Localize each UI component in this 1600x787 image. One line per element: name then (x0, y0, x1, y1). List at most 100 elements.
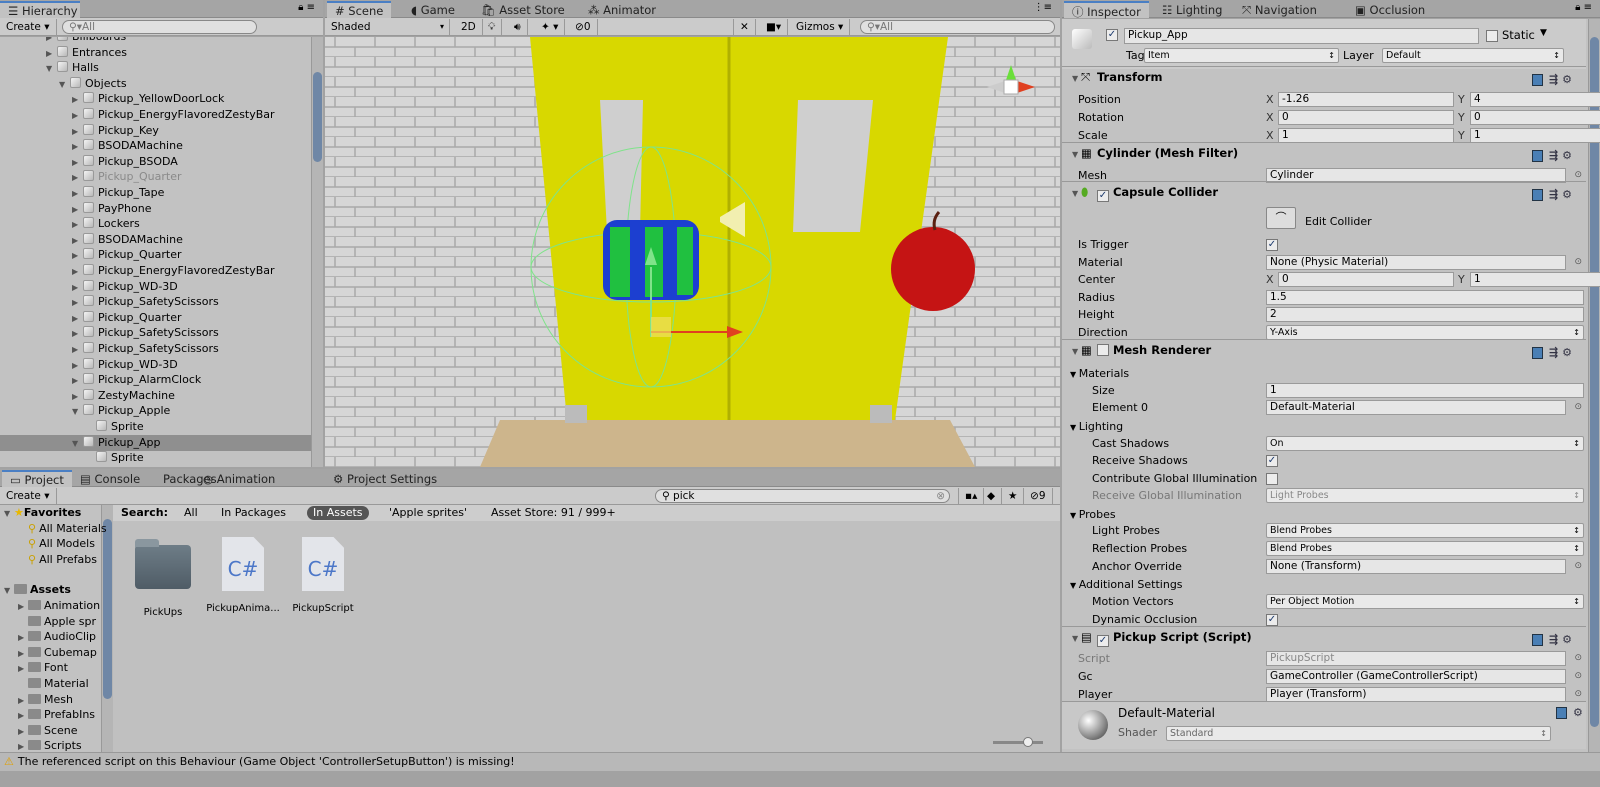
hierarchy-item[interactable]: ▶ ZestyMachine (0, 388, 311, 404)
hierarchy-item[interactable]: ▶ Pickup_Quarter (0, 247, 311, 263)
tab-inspector[interactable]: ⓘ Inspector (1064, 1, 1149, 19)
hierarchy-item[interactable]: ▶ Pickup_EnergyFlavoredZestyBar (0, 263, 311, 279)
foldout-arrow-icon[interactable]: ▼ (1072, 150, 1081, 159)
gear-icon[interactable]: ⚙ (1562, 149, 1572, 162)
preset-icon[interactable]: ⇶ (1549, 73, 1558, 86)
create-button[interactable]: Create ▾ (0, 488, 57, 504)
foldout-arrow-icon[interactable]: ▼ (1072, 189, 1081, 198)
help-icon[interactable] (1532, 74, 1543, 86)
hierarchy-item[interactable]: ▶ Lockers (0, 216, 311, 232)
asset-folder[interactable]: ▶ Scripts (18, 738, 82, 752)
expand-arrow-icon[interactable]: ▶ (18, 630, 28, 646)
hierarchy-item[interactable]: ▶ Pickup_Key (0, 123, 311, 139)
expand-arrow-icon[interactable]: ▶ (18, 646, 28, 662)
expand-arrow-icon[interactable]: ▶ (72, 311, 82, 327)
element0-field[interactable]: Default-Material (1266, 400, 1566, 415)
active-checkbox[interactable]: ✓ (1106, 29, 1118, 41)
hierarchy-item[interactable]: ▶ Pickup_SafetyScissors (0, 325, 311, 341)
expand-arrow-icon[interactable]: ▶ (18, 599, 28, 615)
asset-folder[interactable]: Apple spr (18, 614, 96, 630)
gear-icon[interactable]: ⚙ (1562, 73, 1572, 86)
component-actions[interactable]: ⇶ ⚙ (1532, 185, 1586, 205)
expand-arrow-icon[interactable]: ▶ (72, 233, 82, 249)
preset-icon[interactable]: ⇶ (1549, 633, 1558, 646)
hierarchy-item[interactable]: ▶ BSODAMachine (0, 232, 311, 248)
asset-folder[interactable]: ▶ Scene (18, 723, 78, 739)
anchor-override-field[interactable]: None (Transform) (1266, 559, 1566, 574)
expand-arrow-icon[interactable]: ▶ (72, 326, 82, 342)
material-preview-header[interactable]: Default-Material Shader Standard ⚙ (1062, 701, 1586, 749)
expand-arrow-icon[interactable]: ▶ (72, 139, 82, 155)
hierarchy-item[interactable]: ▶ Pickup_BSODA (0, 154, 311, 170)
foldout-arrow-icon[interactable]: ▼ (1072, 347, 1081, 356)
foldout-arrow-icon[interactable]: ▼ (1070, 511, 1079, 520)
expand-arrow-icon[interactable]: ▶ (72, 358, 82, 374)
asset-pickupanimator[interactable]: C# PickupAnima... (198, 537, 288, 614)
hierarchy-item[interactable]: ▶ Pickup_Quarter (0, 310, 311, 326)
folder-tree-scrollbar[interactable] (101, 505, 113, 752)
object-picker-icon[interactable]: ⊙ (1574, 254, 1582, 271)
expand-arrow-icon[interactable]: ▶ (72, 202, 82, 218)
hierarchy-item[interactable]: ▼ Pickup_Apple (0, 403, 311, 419)
radius-field[interactable]: 1.5 (1266, 290, 1584, 305)
scope-apple-sprites[interactable]: 'Apple sprites' (389, 505, 467, 521)
expand-arrow-icon[interactable]: ▶ (72, 124, 82, 140)
clear-search-icon[interactable]: ⊗ (936, 490, 945, 502)
capsule-collider-component[interactable]: ▼ ⬮ ✓ Capsule Collider ⇶ ⚙ (1062, 181, 1586, 202)
lock-icon[interactable]: 🔒︎ ≡ (298, 2, 315, 13)
component-actions[interactable]: ⇶ ⚙ (1532, 343, 1586, 363)
favorite-search[interactable]: ⚲ All Models (28, 536, 95, 552)
asset-folder[interactable]: ▶ Mesh (18, 692, 73, 708)
expand-arrow-icon[interactable]: ▶ (18, 739, 28, 752)
asset-pickupscript[interactable]: C# PickupScript (278, 537, 368, 614)
tab-navigation[interactable]: ⤧ Navigation (1234, 2, 1325, 18)
hierarchy-item[interactable]: ▶ Pickup_WD-3D (0, 357, 311, 373)
audio-toggle-icon[interactable]: 🔊︎ (508, 19, 528, 35)
scene-viewport[interactable] (325, 37, 1060, 467)
help-icon[interactable] (1532, 189, 1543, 201)
hierarchy-item[interactable]: ▶ Pickup_Quarter (0, 169, 311, 185)
mesh-renderer-component[interactable]: ▼ ▦ Mesh Renderer ⇶ ⚙ (1062, 339, 1586, 359)
asset-folder[interactable]: ▶ Animation (18, 598, 100, 614)
lock-icon[interactable]: 🔒︎ ≡ (1575, 2, 1592, 13)
favorite-search[interactable]: ⚲ All Materials (28, 521, 107, 537)
gizmos-dropdown[interactable]: Gizmos ▾ (790, 19, 851, 35)
layer-dropdown[interactable]: Default (1382, 48, 1564, 63)
mesh-filter-component[interactable]: ▼ ▦ Cylinder (Mesh Filter) ⇶ ⚙ (1062, 142, 1586, 162)
expand-arrow-icon[interactable]: ▶ (72, 264, 82, 280)
favorite-icon[interactable]: ★ (1002, 488, 1025, 504)
favorite-search[interactable]: ⚲ All Prefabs (28, 552, 97, 568)
hierarchy-item[interactable]: Sprite (0, 450, 311, 466)
material-actions[interactable]: ⚙ (1556, 706, 1586, 719)
hierarchy-item[interactable]: ▶ BSODAMachine (0, 138, 311, 154)
static-checkbox[interactable] (1486, 30, 1498, 42)
cast-shadows-dropdown[interactable]: On (1266, 436, 1584, 451)
expand-arrow-icon[interactable]: ▼ (72, 436, 82, 452)
hierarchy-item[interactable]: ▶ Pickup_SafetyScissors (0, 341, 311, 357)
assets-section[interactable]: ▼ Assets (4, 582, 71, 598)
object-name-input[interactable]: Pickup_App (1124, 28, 1479, 44)
object-picker-icon[interactable]: ⊙ (1574, 668, 1582, 685)
height-field[interactable]: 2 (1266, 307, 1584, 322)
component-actions[interactable]: ⇶ ⚙ (1532, 630, 1586, 650)
edit-collider-button[interactable]: ⌒ (1266, 207, 1296, 229)
scale-y[interactable]: 1 (1470, 128, 1600, 143)
tab-asset-store[interactable]: 🛍︎ Asset Store (473, 2, 573, 18)
shading-dropdown[interactable]: Shaded ▾ (325, 19, 450, 35)
preset-icon[interactable]: ⇶ (1549, 346, 1558, 359)
expand-arrow-icon[interactable]: ▶ (72, 108, 82, 124)
hierarchy-item[interactable]: Sprite (0, 419, 311, 435)
preset-icon[interactable]: ⇶ (1549, 149, 1558, 162)
scale-x[interactable]: 1 (1278, 128, 1454, 143)
capsule-collider-component-enabled-checkbox[interactable]: ✓ (1096, 190, 1109, 202)
gear-icon[interactable]: ⚙ (1562, 633, 1572, 646)
scope-all[interactable]: All (184, 505, 198, 521)
2d-toggle[interactable]: 2D (455, 19, 483, 35)
expand-arrow-icon[interactable]: ▶ (46, 46, 56, 62)
center-x[interactable]: 0 (1278, 272, 1454, 287)
filter-label-icon[interactable]: ◆ (981, 488, 1003, 504)
hierarchy-search[interactable]: ⚲▾All (62, 20, 257, 34)
asset-folder[interactable]: ▶ Font (18, 660, 68, 676)
expand-arrow-icon[interactable]: ▼ (72, 404, 82, 420)
transform-component[interactable]: ▼ ⤧ Transform ⇶ ⚙ (1062, 66, 1586, 86)
